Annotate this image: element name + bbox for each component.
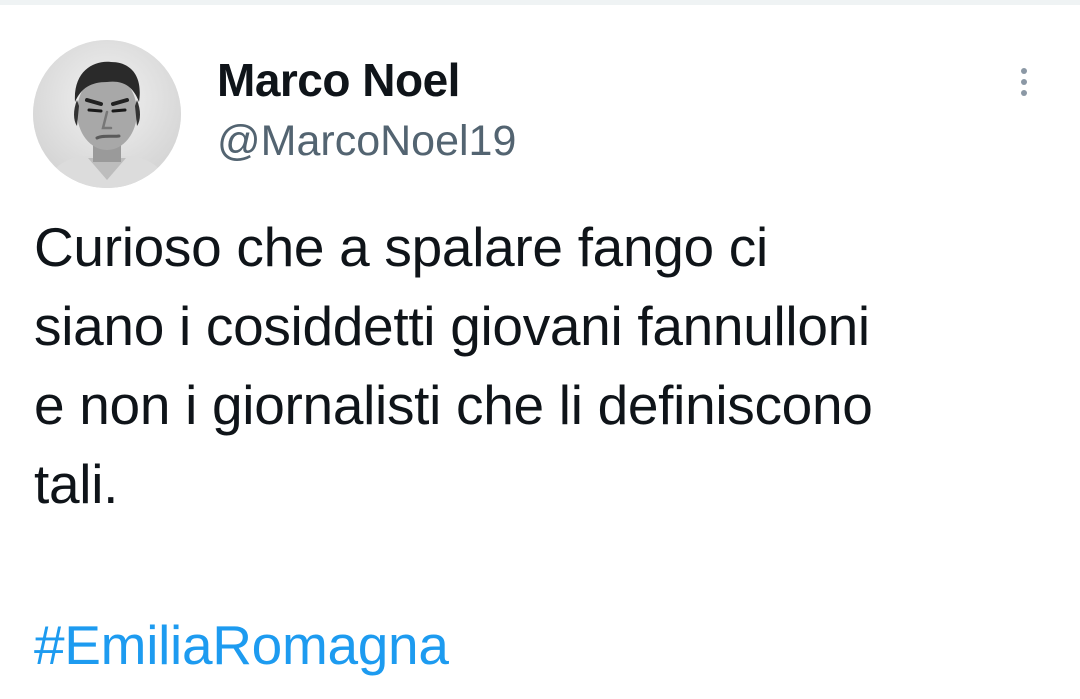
tweet-text: Curioso che a spalare fango ci siano i c…: [34, 208, 1054, 524]
tweet-card: Marco Noel @MarcoNoel19 Curioso che a sp…: [0, 0, 1080, 699]
vertical-ellipsis-icon-dot: [1021, 79, 1027, 85]
tweet-text-line: tali.: [34, 453, 119, 515]
tweet-text-line: siano i cosiddetti giovani fannulloni: [34, 295, 870, 357]
author-handle[interactable]: @MarcoNoel19: [217, 115, 516, 167]
vertical-ellipsis-icon: [1021, 68, 1027, 74]
author-display-name[interactable]: Marco Noel: [217, 52, 460, 108]
avatar-photo-icon: [33, 40, 181, 188]
tweet-text-line: Curioso che a spalare fango ci: [34, 216, 768, 278]
tweet-text-line: e non i giornalisti che li definiscono: [34, 374, 873, 436]
hashtag-link[interactable]: #EmiliaRomagna: [34, 606, 449, 685]
author-avatar[interactable]: [33, 40, 181, 188]
vertical-ellipsis-icon-dot: [1021, 90, 1027, 96]
more-options-button[interactable]: [1004, 62, 1044, 102]
